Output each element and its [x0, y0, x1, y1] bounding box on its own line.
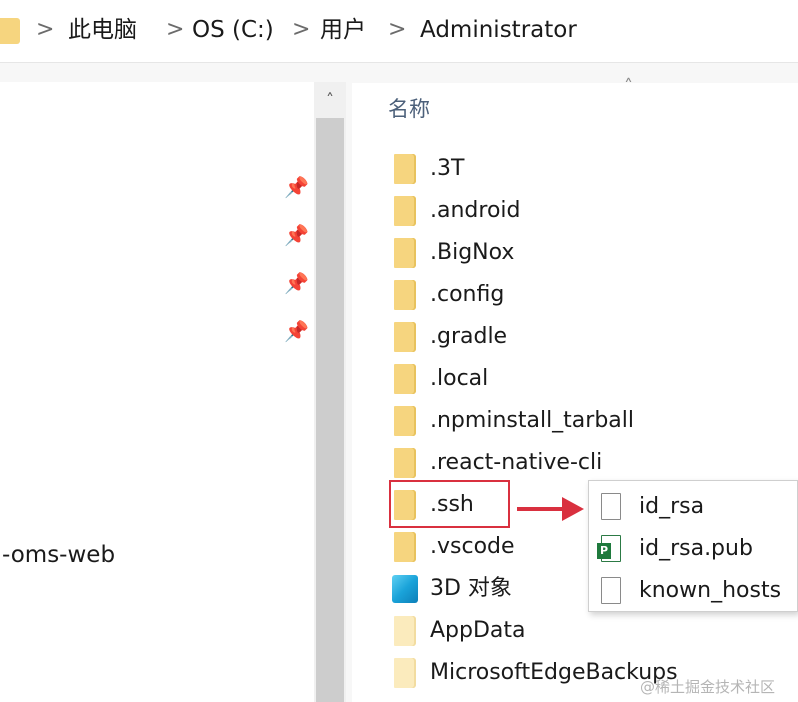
- address-bar[interactable]: > 此电脑 > OS (C:) > 用户 > Administrator: [0, 0, 798, 60]
- file-name: id_rsa: [639, 494, 705, 519]
- file-name: .BigNox: [430, 240, 515, 265]
- list-item-id-rsa-pub[interactable]: P id_rsa.pub: [597, 529, 793, 569]
- pin-icon[interactable]: 📌: [284, 320, 309, 342]
- folder-icon: [394, 532, 416, 562]
- scrollbar-thumb[interactable]: [316, 118, 344, 702]
- folder-icon: [394, 406, 416, 436]
- list-item-known-hosts[interactable]: known_hosts: [597, 571, 793, 611]
- pane-splitter[interactable]: [346, 82, 352, 702]
- file-name: .local: [430, 366, 489, 391]
- breadcrumb-separator[interactable]: >: [292, 14, 310, 46]
- folder-icon: [394, 196, 416, 226]
- file-name: .gradle: [430, 324, 508, 349]
- 3d-objects-icon: [392, 575, 418, 603]
- file-name: .config: [430, 282, 505, 307]
- file-name: known_hosts: [639, 578, 782, 603]
- folder-icon: [0, 18, 20, 44]
- scroll-up-icon[interactable]: ˄: [314, 82, 346, 118]
- breadcrumb-separator[interactable]: >: [36, 14, 54, 46]
- file-name: id_rsa.pub: [639, 536, 753, 561]
- file-name: .android: [430, 198, 521, 223]
- pin-icon[interactable]: 📌: [284, 176, 309, 198]
- breadcrumb-os-drive[interactable]: OS (C:): [192, 14, 274, 46]
- watermark: @稀土掘金技术社区: [640, 678, 776, 696]
- breadcrumb-this-pc[interactable]: 此电脑: [68, 14, 137, 46]
- arrow-head-icon: [562, 497, 584, 521]
- folder-icon: [394, 238, 416, 268]
- folder-icon: [394, 364, 416, 394]
- ssh-contents-panel: id_rsa P id_rsa.pub known_hosts: [588, 480, 798, 612]
- file-icon: [601, 577, 621, 604]
- file-name: 3D 对象: [430, 576, 512, 601]
- publisher-badge-icon: P: [597, 543, 611, 559]
- breadcrumb-separator[interactable]: >: [388, 14, 406, 46]
- list-item-id-rsa[interactable]: id_rsa: [597, 487, 793, 527]
- navigation-pane: 📌 📌 📌 📌 -oms-web: [0, 82, 314, 702]
- toolbar-divider: [0, 62, 798, 83]
- breadcrumb-users[interactable]: 用户: [320, 14, 366, 46]
- breadcrumb-separator[interactable]: >: [166, 14, 184, 46]
- hidden-folder-icon: [394, 658, 416, 688]
- folder-icon: [394, 322, 416, 352]
- sort-ascending-icon: ˄: [624, 76, 633, 97]
- pin-icon[interactable]: 📌: [284, 224, 309, 246]
- column-header-name[interactable]: 名称: [388, 94, 430, 124]
- breadcrumb-administrator[interactable]: Administrator: [420, 14, 577, 46]
- file-name: .3T: [430, 156, 465, 181]
- folder-icon: [394, 280, 416, 310]
- nav-item-oms-web[interactable]: -oms-web: [2, 540, 115, 570]
- file-name: .react-native-cli: [430, 450, 603, 475]
- pin-icon[interactable]: 📌: [284, 272, 309, 294]
- file-name: .vscode: [430, 534, 515, 559]
- highlight-box: [389, 480, 510, 528]
- file-name: .npminstall_tarball: [430, 408, 635, 433]
- folder-icon: [394, 448, 416, 478]
- hidden-folder-icon: [394, 616, 416, 646]
- file-icon: [601, 493, 621, 520]
- file-name: AppData: [430, 618, 526, 643]
- folder-icon: [394, 154, 416, 184]
